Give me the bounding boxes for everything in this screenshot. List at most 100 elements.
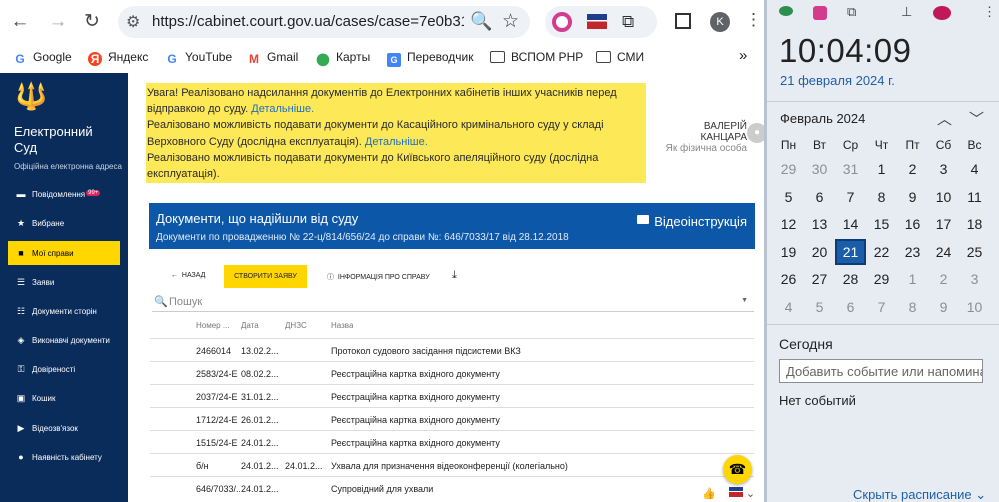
tray-app-icon[interactable] bbox=[813, 6, 827, 20]
download-icon[interactable]: ⤓ bbox=[452, 269, 457, 282]
profile-avatar[interactable]: K bbox=[710, 12, 730, 32]
extension-circle-icon[interactable] bbox=[552, 12, 572, 32]
calendar-day[interactable]: 3 bbox=[928, 156, 959, 182]
back-icon[interactable]: ← bbox=[8, 10, 32, 34]
calendar-day[interactable]: 2 bbox=[928, 266, 959, 292]
sidebar-item-my-cases[interactable]: ■ Мої справи bbox=[8, 241, 120, 265]
reload-icon[interactable]: ↻ bbox=[80, 10, 104, 34]
site-settings-icon[interactable]: ⚙ bbox=[126, 12, 140, 32]
bookmark-folder-vspom[interactable]: ВСПОМ PHP bbox=[490, 50, 583, 64]
forward-icon[interactable]: → bbox=[46, 10, 70, 34]
tray-menu-icon[interactable]: ⋮ bbox=[983, 4, 996, 20]
search-field[interactable]: 🔍 Пошук ▼ bbox=[152, 294, 754, 312]
calendar-day[interactable]: 31 bbox=[835, 156, 866, 182]
tray-avatar-icon[interactable] bbox=[933, 6, 951, 20]
url-text[interactable]: https://cabinet.court.gov.ua/cases/case=… bbox=[152, 13, 464, 30]
bookmark-google[interactable]: G Google bbox=[13, 50, 71, 66]
search-input[interactable]: Пошук bbox=[169, 296, 202, 308]
calendar-day[interactable]: 4 bbox=[773, 294, 804, 320]
calendar-day[interactable]: 19 bbox=[773, 239, 804, 265]
calendar-day[interactable]: 16 bbox=[897, 211, 928, 237]
add-event-input[interactable]: Добавить событие или напоминание bbox=[779, 359, 983, 383]
calendar-day[interactable]: 5 bbox=[773, 184, 804, 210]
sidebar-item-trash[interactable]: ▣ Кошик bbox=[8, 386, 120, 410]
sidebar-item-party-documents[interactable]: ☷ Документи сторін bbox=[8, 299, 120, 323]
bookmark-gmail[interactable]: M Gmail bbox=[247, 50, 298, 66]
table-row[interactable]: 2583/24-Е 08.02.2... Реєстраційна картка… bbox=[150, 361, 754, 384]
calendar-day[interactable]: 6 bbox=[804, 184, 835, 210]
sidebar-item-favorites[interactable]: ★ Вибране bbox=[8, 211, 120, 235]
side-panel-icon[interactable] bbox=[675, 13, 691, 29]
calendar-day[interactable]: 6 bbox=[835, 294, 866, 320]
calendar-day[interactable]: 18 bbox=[959, 211, 990, 237]
details-link[interactable]: Детальніше. bbox=[251, 103, 314, 115]
calendar-day[interactable]: 13 bbox=[804, 211, 835, 237]
bookmark-folder-smi[interactable]: СМИ bbox=[596, 50, 644, 64]
calendar-day[interactable]: 20 bbox=[804, 239, 835, 265]
hide-schedule-button[interactable]: Скрыть расписание ⌄ bbox=[853, 487, 986, 502]
prev-month-icon[interactable]: ︿ bbox=[937, 108, 952, 129]
sidebar-item-video-link[interactable]: ▶ Відеозв'язок bbox=[8, 416, 120, 440]
tray-app-icon[interactable] bbox=[779, 6, 793, 16]
calendar-day[interactable]: 9 bbox=[897, 184, 928, 210]
column-header[interactable]: Дата bbox=[241, 321, 259, 330]
address-bar[interactable]: ⚙ https://cabinet.court.gov.ua/cases/cas… bbox=[118, 6, 530, 38]
details-link[interactable]: Детальніше. bbox=[365, 136, 428, 148]
clock-date[interactable]: 21 февраля 2024 г. bbox=[780, 73, 895, 88]
calendar-day[interactable]: 14 bbox=[835, 211, 866, 237]
column-header[interactable]: Назва bbox=[331, 321, 353, 330]
us-flag-icon[interactable] bbox=[728, 487, 743, 497]
bookmark-translate[interactable]: G Переводчик bbox=[387, 50, 474, 67]
table-row[interactable]: 2037/24-Е 31.01.2... Реєстраційна картка… bbox=[150, 384, 754, 407]
calendar-day[interactable]: 27 bbox=[804, 266, 835, 292]
table-row[interactable]: 1515/24-Е 24.01.2... Реєстраційна картка… bbox=[150, 430, 754, 453]
sidebar-item-applications[interactable]: ☰ Заяви bbox=[8, 270, 120, 294]
calendar-day[interactable]: 2 bbox=[897, 156, 928, 182]
calendar-day[interactable]: 23 bbox=[897, 239, 928, 265]
table-row[interactable]: 646/7033/... 24.01.2... Супровідний для … bbox=[150, 476, 754, 499]
us-flag-icon[interactable] bbox=[587, 14, 607, 29]
menu-dots-icon[interactable]: ⋮ bbox=[745, 10, 762, 30]
calendar-day[interactable]: 12 bbox=[773, 211, 804, 237]
zoom-icon[interactable]: 🔍 bbox=[470, 11, 492, 32]
phone-call-button[interactable]: ☎ bbox=[723, 455, 752, 484]
calendar-day[interactable]: 10 bbox=[928, 184, 959, 210]
calendar-day[interactable]: 26 bbox=[773, 266, 804, 292]
extensions-puzzle-icon[interactable]: ⧉ bbox=[622, 12, 642, 32]
calendar-day[interactable]: 30 bbox=[804, 156, 835, 182]
calendar-day[interactable]: 9 bbox=[928, 294, 959, 320]
calendar-day[interactable]: 29 bbox=[866, 266, 897, 292]
calendar-day[interactable]: 25 bbox=[959, 239, 990, 265]
sidebar-item-notifications[interactable]: ▬ Повідомлення 99+ bbox=[8, 182, 120, 206]
bookmarks-overflow-icon[interactable]: » bbox=[739, 47, 747, 64]
chevron-down-icon[interactable]: ▼ bbox=[741, 297, 748, 304]
calendar-day[interactable]: 3 bbox=[959, 266, 990, 292]
case-info-button[interactable]: ⓘ ІНФОРМАЦІЯ ПРО СПРАВУ bbox=[327, 272, 430, 282]
bookmark-star-icon[interactable]: ☆ bbox=[502, 10, 519, 33]
calendar-day[interactable]: 15 bbox=[866, 211, 897, 237]
calendar-day[interactable]: 8 bbox=[897, 294, 928, 320]
calendar-day[interactable]: 17 bbox=[928, 211, 959, 237]
chevron-down-icon[interactable]: ⌄ bbox=[746, 488, 755, 500]
calendar-day[interactable]: 29 bbox=[773, 156, 804, 182]
calendar-day[interactable]: 1 bbox=[866, 156, 897, 182]
sidebar-item-executive-documents[interactable]: ◈ Виконавчі документи bbox=[8, 328, 120, 352]
bookmark-maps[interactable]: ⬤ Карты bbox=[316, 50, 370, 66]
column-header[interactable]: ДНЗС bbox=[285, 321, 307, 330]
bookmark-youtube[interactable]: G YouTube bbox=[165, 50, 232, 66]
table-row[interactable]: б/н 24.01.2... 24.01.2... Ухвала для при… bbox=[150, 453, 754, 476]
calendar-day[interactable]: 8 bbox=[866, 184, 897, 210]
bookmark-yandex[interactable]: Я Яндекс bbox=[88, 50, 148, 66]
thumbs-up-icon[interactable]: 👍 bbox=[702, 488, 716, 500]
sidebar-item-cabinet-availability[interactable]: ● Наявність кабінету bbox=[8, 445, 120, 469]
tray-puzzle-icon[interactable]: ⧉ bbox=[847, 4, 856, 20]
calendar-day[interactable]: 28 bbox=[835, 266, 866, 292]
calendar-day[interactable]: 24 bbox=[928, 239, 959, 265]
calendar-day[interactable]: 1 bbox=[897, 266, 928, 292]
calendar-day[interactable]: 5 bbox=[804, 294, 835, 320]
create-application-button[interactable]: СТВОРИТИ ЗАЯВУ bbox=[224, 265, 307, 288]
user-info[interactable]: ВАЛЕРІЙ КАНЦАРА Як фізична особа bbox=[655, 121, 747, 154]
month-title[interactable]: Февраль 2024 bbox=[780, 111, 865, 126]
calendar-day[interactable]: 22 bbox=[866, 239, 897, 265]
calendar-day[interactable]: 7 bbox=[835, 184, 866, 210]
